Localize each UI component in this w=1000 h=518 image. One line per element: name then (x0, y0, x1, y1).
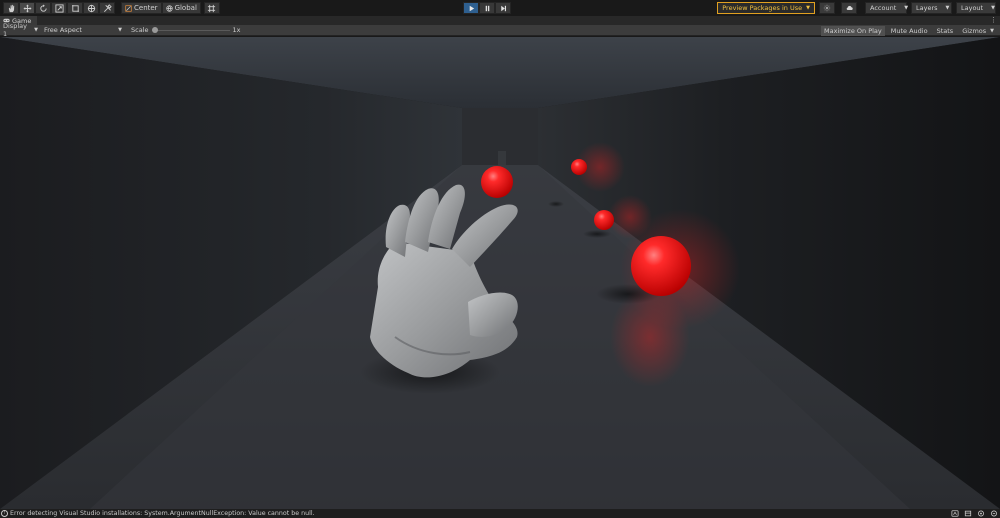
play-button[interactable] (463, 2, 479, 14)
account-dropdown[interactable]: Account ▼ (865, 2, 909, 14)
step-icon (500, 5, 506, 11)
pivot-center-toggle[interactable]: Center (121, 2, 162, 14)
chevron-down-icon: ▼ (118, 27, 122, 33)
cloud-icon (846, 5, 853, 10)
layers-label: Layers (916, 4, 938, 12)
chevron-down-icon: ▼ (34, 27, 38, 33)
pivot-icon (125, 4, 132, 12)
game-scene (0, 37, 1000, 509)
move-tool-button[interactable] (19, 2, 35, 14)
rect-transform-icon (71, 4, 79, 12)
grid-snap-button[interactable] (203, 2, 220, 14)
move-icon (22, 3, 32, 13)
pause-icon (485, 5, 489, 11)
info-icon: ! (1, 510, 8, 517)
space-label: Global (174, 4, 197, 12)
cloud-button[interactable] (841, 2, 857, 14)
debug-icon[interactable] (977, 510, 985, 517)
red-sphere (631, 236, 691, 296)
status-message[interactable]: Error detecting Visual Studio installati… (10, 510, 315, 517)
global-local-toggle[interactable]: Global (161, 2, 201, 14)
chevron-down-icon: ▼ (990, 27, 994, 34)
transform-tool-button[interactable] (83, 2, 99, 14)
play-controls (463, 2, 511, 14)
package-icon[interactable] (964, 510, 972, 517)
rotate-tool-button[interactable] (35, 2, 51, 14)
scale-icon (54, 3, 64, 13)
status-bar: ! Error detecting Visual Studio installa… (0, 509, 1000, 518)
grid-snap-icon (208, 4, 216, 12)
red-sphere (481, 166, 513, 198)
account-label: Account (870, 4, 897, 12)
preview-packages-label: Preview Packages in Use (722, 4, 803, 12)
scale-control: Scale 1x (131, 25, 240, 36)
transform-icon (87, 4, 95, 12)
display-label: Display 1 (3, 22, 27, 38)
chevron-down-icon: ▼ (945, 5, 950, 11)
chevron-down-icon: ▼ (991, 5, 995, 11)
sphere-shadow (583, 230, 611, 238)
maximize-on-play-label: Maximize On Play (824, 26, 882, 35)
sun-button[interactable] (819, 2, 835, 14)
maximize-on-play-toggle[interactable]: Maximize On Play (821, 25, 885, 36)
sphere-shadow (548, 201, 564, 207)
display-dropdown[interactable]: Display 1 ▼ (0, 22, 41, 38)
rect-tool-button[interactable] (67, 2, 83, 14)
preview-packages-button[interactable]: Preview Packages in Use ▼ (717, 2, 815, 14)
pause-button[interactable] (479, 2, 495, 14)
pivot-label: Center (134, 4, 158, 12)
transform-tools (3, 2, 115, 14)
game-view-options: Maximize On Play Mute Audio Stats Gizmos… (821, 25, 997, 36)
network-icon[interactable] (951, 510, 959, 517)
aspect-dropdown[interactable]: Free Aspect ▼ (41, 25, 125, 36)
status-right-icons (951, 510, 998, 517)
scale-slider[interactable] (151, 25, 230, 36)
more-options-icon[interactable]: ⋮ (990, 16, 997, 24)
hand-tool-button[interactable] (3, 2, 19, 14)
mute-audio-toggle[interactable]: Mute Audio (888, 26, 931, 36)
stats-label: Stats (936, 26, 954, 35)
tools-icon (103, 3, 112, 12)
sphere-glow (608, 195, 652, 239)
scale-label: Scale (131, 26, 149, 34)
layers-dropdown[interactable]: Layers ▼ (911, 2, 952, 14)
scale-value: 1x (232, 26, 241, 34)
hand-icon (8, 4, 14, 12)
globe-icon (165, 4, 173, 12)
layout-dropdown[interactable]: Layout ▼ (956, 2, 996, 14)
pivot-tools: Center Global (121, 2, 220, 14)
scale-tool-button[interactable] (51, 2, 67, 14)
play-icon (469, 5, 474, 11)
chevron-down-icon: ▼ (806, 5, 810, 11)
gizmos-dropdown[interactable]: Gizmos ▼ (959, 26, 997, 36)
game-view-toolbar: Display 1 ▼ Free Aspect ▼ Scale 1x Maxim… (0, 22, 1000, 38)
step-button[interactable] (495, 2, 511, 14)
main-toolbar: Center Global Preview Packages in Use ▼ (0, 0, 1000, 16)
layout-label: Layout (961, 4, 984, 12)
stats-toggle[interactable]: Stats (934, 26, 957, 36)
game-viewport[interactable] (0, 37, 1000, 509)
gizmos-label: Gizmos (962, 26, 987, 35)
rotate-icon (39, 3, 47, 12)
aspect-label: Free Aspect (44, 26, 82, 34)
toolbar-right: Preview Packages in Use ▼ Account ▼ Laye… (717, 2, 996, 14)
red-sphere (594, 210, 614, 230)
mute-audio-label: Mute Audio (890, 26, 928, 35)
scale-slider-track (151, 29, 230, 31)
custom-tool-button[interactable] (99, 2, 115, 14)
distant-object (498, 151, 506, 165)
red-sphere (571, 159, 587, 175)
settings-circle-icon[interactable] (990, 510, 998, 517)
chevron-down-icon: ▼ (904, 5, 909, 11)
scale-slider-thumb[interactable] (151, 26, 158, 33)
sun-icon (823, 4, 831, 12)
